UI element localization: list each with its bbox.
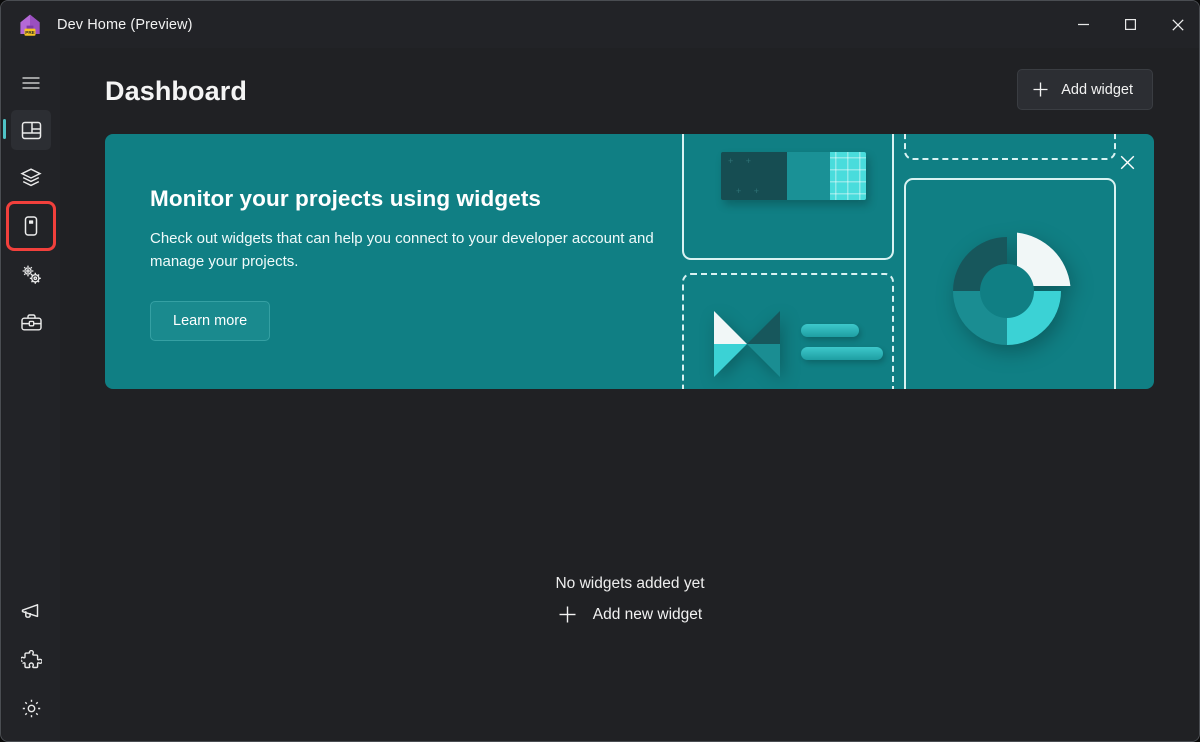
widget-placeholder-bar xyxy=(682,134,894,260)
diamond-graphic xyxy=(714,311,780,377)
promo-banner: Monitor your projects using widgets Chec… xyxy=(105,134,1154,389)
toolbox-icon xyxy=(20,313,42,331)
learn-more-button[interactable]: Learn more xyxy=(150,301,271,341)
page-title: Dashboard xyxy=(105,76,247,106)
add-new-widget-label: Add new widget xyxy=(592,605,703,623)
sidebar-top-group xyxy=(3,48,56,342)
page-header: Dashboard Add widget xyxy=(105,67,1153,121)
diamond-face-bottom-right xyxy=(747,344,780,377)
diamond-face-bottom-left xyxy=(714,344,747,377)
sidebar-item-machine-configuration[interactable] xyxy=(11,158,51,198)
bar-segment-bright xyxy=(830,152,866,200)
close-button[interactable] xyxy=(1154,1,1199,48)
promo-banner-heading: Monitor your projects using widgets xyxy=(150,186,542,211)
sidebar-bottom-group xyxy=(11,584,51,728)
dev-home-logo-icon: PRE xyxy=(17,12,43,38)
gear-icon xyxy=(22,699,40,717)
add-widget-button-label: Add widget xyxy=(1061,81,1133,98)
promo-banner-text: Monitor your projects using widgets Chec… xyxy=(150,186,695,274)
promo-banner-body: Check out widgets that can help you conn… xyxy=(150,230,654,270)
window-controls xyxy=(1060,1,1199,48)
main-content: Dashboard Add widget Monitor your projec… xyxy=(60,48,1199,741)
diamond-face-top-left xyxy=(714,311,747,344)
sidebar-item-dashboard[interactable] xyxy=(3,110,51,150)
empty-state-message: No widgets added yet xyxy=(555,575,705,592)
plus-icon xyxy=(1032,81,1049,98)
dashboard-icon xyxy=(21,121,41,139)
hamburger-icon[interactable] xyxy=(11,64,51,102)
sidebar-item-utilities[interactable] xyxy=(11,254,51,294)
gears-icon xyxy=(22,265,41,284)
layers-icon xyxy=(20,168,42,187)
maximize-button[interactable] xyxy=(1107,1,1154,48)
widget-placeholder-top xyxy=(904,134,1116,160)
logo-badge-text: PRE xyxy=(25,29,34,34)
sidebar-item-feedback[interactable] xyxy=(11,592,51,632)
widgets-illustration xyxy=(680,134,1154,389)
window-title: Dev Home (Preview) xyxy=(57,16,193,33)
diamond-face-top-right xyxy=(747,311,780,344)
sidebar-item-settings[interactable] xyxy=(11,688,51,728)
widget-placeholder-donut xyxy=(904,178,1116,389)
bar-segment-mid xyxy=(787,152,830,200)
sidebar-item-toolbox[interactable] xyxy=(11,302,51,342)
close-icon xyxy=(1120,155,1134,169)
megaphone-icon xyxy=(21,604,39,618)
add-widget-button[interactable]: Add widget xyxy=(1017,69,1153,110)
minimize-button[interactable] xyxy=(1060,1,1107,48)
plus-icon xyxy=(558,605,577,624)
promo-banner-close-button[interactable] xyxy=(1110,145,1144,179)
widget-placeholder-diamond xyxy=(682,273,894,389)
bar-chart-graphic xyxy=(721,152,866,200)
environments-icon xyxy=(24,216,38,236)
empty-state: No widgets added yet Add new widget xyxy=(60,575,1199,629)
sidebar-navigation xyxy=(2,48,60,741)
donut-hole xyxy=(980,264,1034,318)
sidebar-item-extensions[interactable] xyxy=(11,640,51,680)
add-new-widget-button[interactable]: Add new widget xyxy=(548,601,712,628)
sidebar-item-environments[interactable] xyxy=(6,201,56,251)
title-bar: PRE Dev Home (Preview) xyxy=(1,1,1199,48)
learn-more-label: Learn more xyxy=(173,313,248,329)
text-placeholder-bar-2 xyxy=(801,347,883,360)
puzzle-piece-icon xyxy=(20,649,42,668)
dev-home-window: PRE Dev Home (Preview) Dashboard Add wid… xyxy=(0,0,1200,742)
donut-chart-graphic xyxy=(940,224,1074,358)
bar-segment-dark xyxy=(721,152,787,200)
text-placeholder-bar-1 xyxy=(801,324,859,337)
